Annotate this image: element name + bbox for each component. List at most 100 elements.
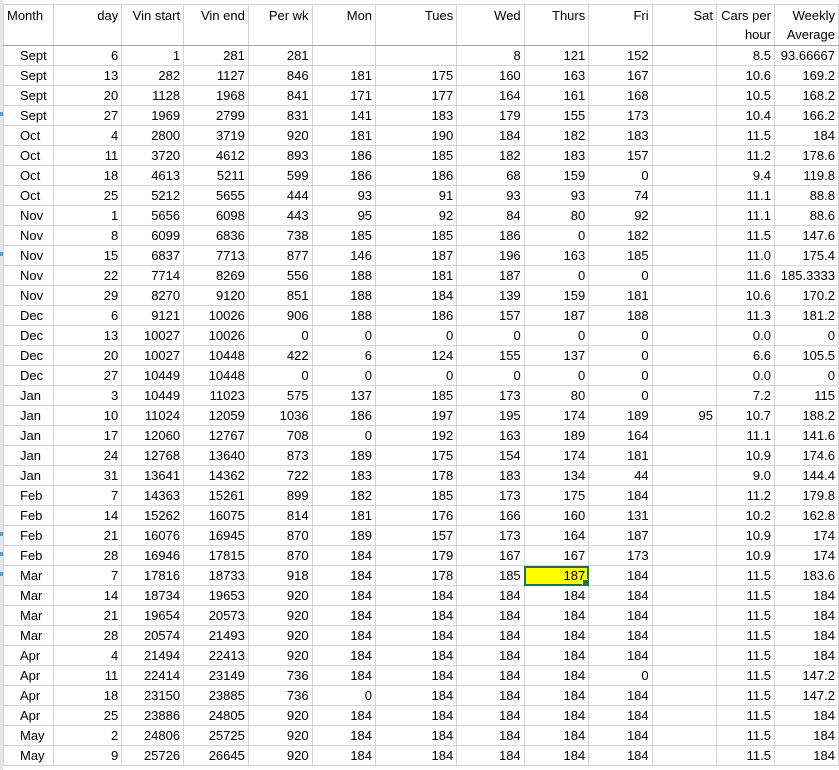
- cell-day[interactable]: 2: [52, 725, 123, 746]
- cell-per-wk[interactable]: 918: [247, 565, 313, 586]
- cell-vin-start[interactable]: 5212: [121, 185, 185, 206]
- cell-thurs[interactable]: 184: [523, 625, 590, 646]
- cell-vin-end[interactable]: 22413: [183, 645, 249, 666]
- cell-sat[interactable]: [651, 685, 718, 706]
- cell-cars-per-hour[interactable]: 0.0: [716, 325, 775, 346]
- cell-thurs[interactable]: 189: [523, 425, 590, 446]
- cell-vin-start[interactable]: 4613: [121, 165, 185, 186]
- cell-day[interactable]: 17: [52, 425, 123, 446]
- cell-vin-end[interactable]: 25725: [183, 725, 249, 746]
- cell-per-wk[interactable]: 0: [247, 325, 313, 346]
- cell-mon[interactable]: 0: [311, 685, 377, 706]
- cell-vin-start[interactable]: 7714: [121, 265, 185, 286]
- cell-fri[interactable]: 184: [588, 725, 653, 746]
- cell-per-wk[interactable]: 920: [247, 745, 313, 766]
- cell-day[interactable]: 18: [52, 685, 123, 706]
- cell-sat[interactable]: [651, 465, 718, 486]
- cell-per-wk[interactable]: 556: [247, 265, 313, 286]
- cell-cars-per-hour[interactable]: 11.5: [716, 705, 775, 726]
- cell-vin-end[interactable]: 18733: [183, 565, 249, 586]
- cell-tues[interactable]: 184: [375, 285, 458, 306]
- cell-wed[interactable]: 187: [456, 265, 525, 286]
- cell-mon[interactable]: 189: [311, 445, 377, 466]
- cell-per-wk[interactable]: 920: [247, 585, 313, 606]
- cell-sat[interactable]: [651, 385, 718, 406]
- cell-mon[interactable]: 182: [311, 485, 377, 506]
- cell-per-wk[interactable]: 841: [247, 85, 313, 106]
- cell-fri[interactable]: 182: [588, 225, 653, 246]
- cell-per-wk[interactable]: 443: [247, 205, 313, 226]
- cell-mon[interactable]: 184: [311, 625, 377, 646]
- cell-month[interactable]: Jan: [3, 385, 54, 406]
- cell-cars-per-hour[interactable]: 11.5: [716, 685, 775, 706]
- cell-fri[interactable]: 184: [588, 745, 653, 766]
- cell-vin-start[interactable]: 14363: [121, 485, 185, 506]
- cell-vin-end[interactable]: 5655: [183, 185, 249, 206]
- cell-mon[interactable]: 95: [311, 205, 377, 226]
- cell-mon[interactable]: 181: [311, 505, 377, 526]
- cell-thurs[interactable]: 121: [523, 45, 590, 66]
- cell-sat[interactable]: [651, 65, 718, 86]
- cell-sat[interactable]: [651, 745, 718, 766]
- cell-tues[interactable]: 178: [375, 465, 458, 486]
- cell-weekly-average[interactable]: 93.66667: [773, 45, 839, 66]
- cell-cars-per-hour[interactable]: 10.9: [716, 545, 775, 566]
- cell-per-wk[interactable]: 599: [247, 165, 313, 186]
- cell-weekly-average[interactable]: 169.2: [773, 65, 839, 86]
- cell-per-wk[interactable]: 920: [247, 605, 313, 626]
- cell-fri[interactable]: 164: [588, 425, 653, 446]
- cell-sat[interactable]: [651, 525, 718, 546]
- cell-vin-start[interactable]: 1: [121, 45, 185, 66]
- cell-fri[interactable]: 0: [588, 325, 653, 346]
- cell-cars-per-hour[interactable]: 11.5: [716, 225, 775, 246]
- cell-vin-start[interactable]: 12768: [121, 445, 185, 466]
- cell-month[interactable]: Feb: [3, 505, 54, 526]
- cell-vin-end[interactable]: 8269: [183, 265, 249, 286]
- cell-cars-per-hour[interactable]: 11.5: [716, 585, 775, 606]
- cell-per-wk[interactable]: 877: [247, 245, 313, 266]
- cell-mon[interactable]: 184: [311, 565, 377, 586]
- cell-fri[interactable]: 184: [588, 485, 653, 506]
- cell-month[interactable]: Dec: [3, 305, 54, 326]
- cell-month[interactable]: Jan: [3, 465, 54, 486]
- cell-thurs[interactable]: 184: [523, 705, 590, 726]
- cell-weekly-average[interactable]: 181.2: [773, 305, 839, 326]
- cell-per-wk[interactable]: 893: [247, 145, 313, 166]
- cell-per-wk[interactable]: 846: [247, 65, 313, 86]
- cell-month[interactable]: Apr: [3, 645, 54, 666]
- cell-cars-per-hour[interactable]: 11.1: [716, 425, 775, 446]
- column-header-month[interactable]: Month: [3, 4, 54, 46]
- cell-mon[interactable]: 181: [311, 125, 377, 146]
- cell-cars-per-hour[interactable]: 11.5: [716, 125, 775, 146]
- cell-mon[interactable]: 188: [311, 265, 377, 286]
- cell-month[interactable]: Feb: [3, 545, 54, 566]
- column-header-per-wk[interactable]: Per wk: [247, 4, 313, 46]
- column-header-day[interactable]: day: [52, 4, 123, 46]
- cell-fri[interactable]: 188: [588, 305, 653, 326]
- cell-tues[interactable]: 190: [375, 125, 458, 146]
- cell-month[interactable]: Nov: [3, 285, 54, 306]
- cell-vin-end[interactable]: 10448: [183, 365, 249, 386]
- cell-wed[interactable]: 184: [456, 125, 525, 146]
- cell-sat[interactable]: [651, 365, 718, 386]
- cell-per-wk[interactable]: 708: [247, 425, 313, 446]
- cell-mon[interactable]: 6: [311, 345, 377, 366]
- cell-vin-end[interactable]: 21493: [183, 625, 249, 646]
- cell-month[interactable]: Dec: [3, 325, 54, 346]
- cell-sat[interactable]: [651, 725, 718, 746]
- cell-vin-start[interactable]: 13641: [121, 465, 185, 486]
- cell-cars-per-hour[interactable]: 11.1: [716, 205, 775, 226]
- cell-sat[interactable]: [651, 145, 718, 166]
- cell-sat[interactable]: [651, 105, 718, 126]
- cell-vin-start[interactable]: 23150: [121, 685, 185, 706]
- cell-day[interactable]: 14: [52, 505, 123, 526]
- cell-vin-end[interactable]: 12059: [183, 405, 249, 426]
- cell-tues[interactable]: 184: [375, 725, 458, 746]
- cell-thurs[interactable]: 137: [523, 345, 590, 366]
- cell-sat[interactable]: [651, 45, 718, 66]
- cell-sat[interactable]: [651, 285, 718, 306]
- cell-vin-end[interactable]: 11023: [183, 385, 249, 406]
- cell-vin-start[interactable]: 12060: [121, 425, 185, 446]
- cell-day[interactable]: 3: [52, 385, 123, 406]
- cell-vin-start[interactable]: 1128: [121, 85, 185, 106]
